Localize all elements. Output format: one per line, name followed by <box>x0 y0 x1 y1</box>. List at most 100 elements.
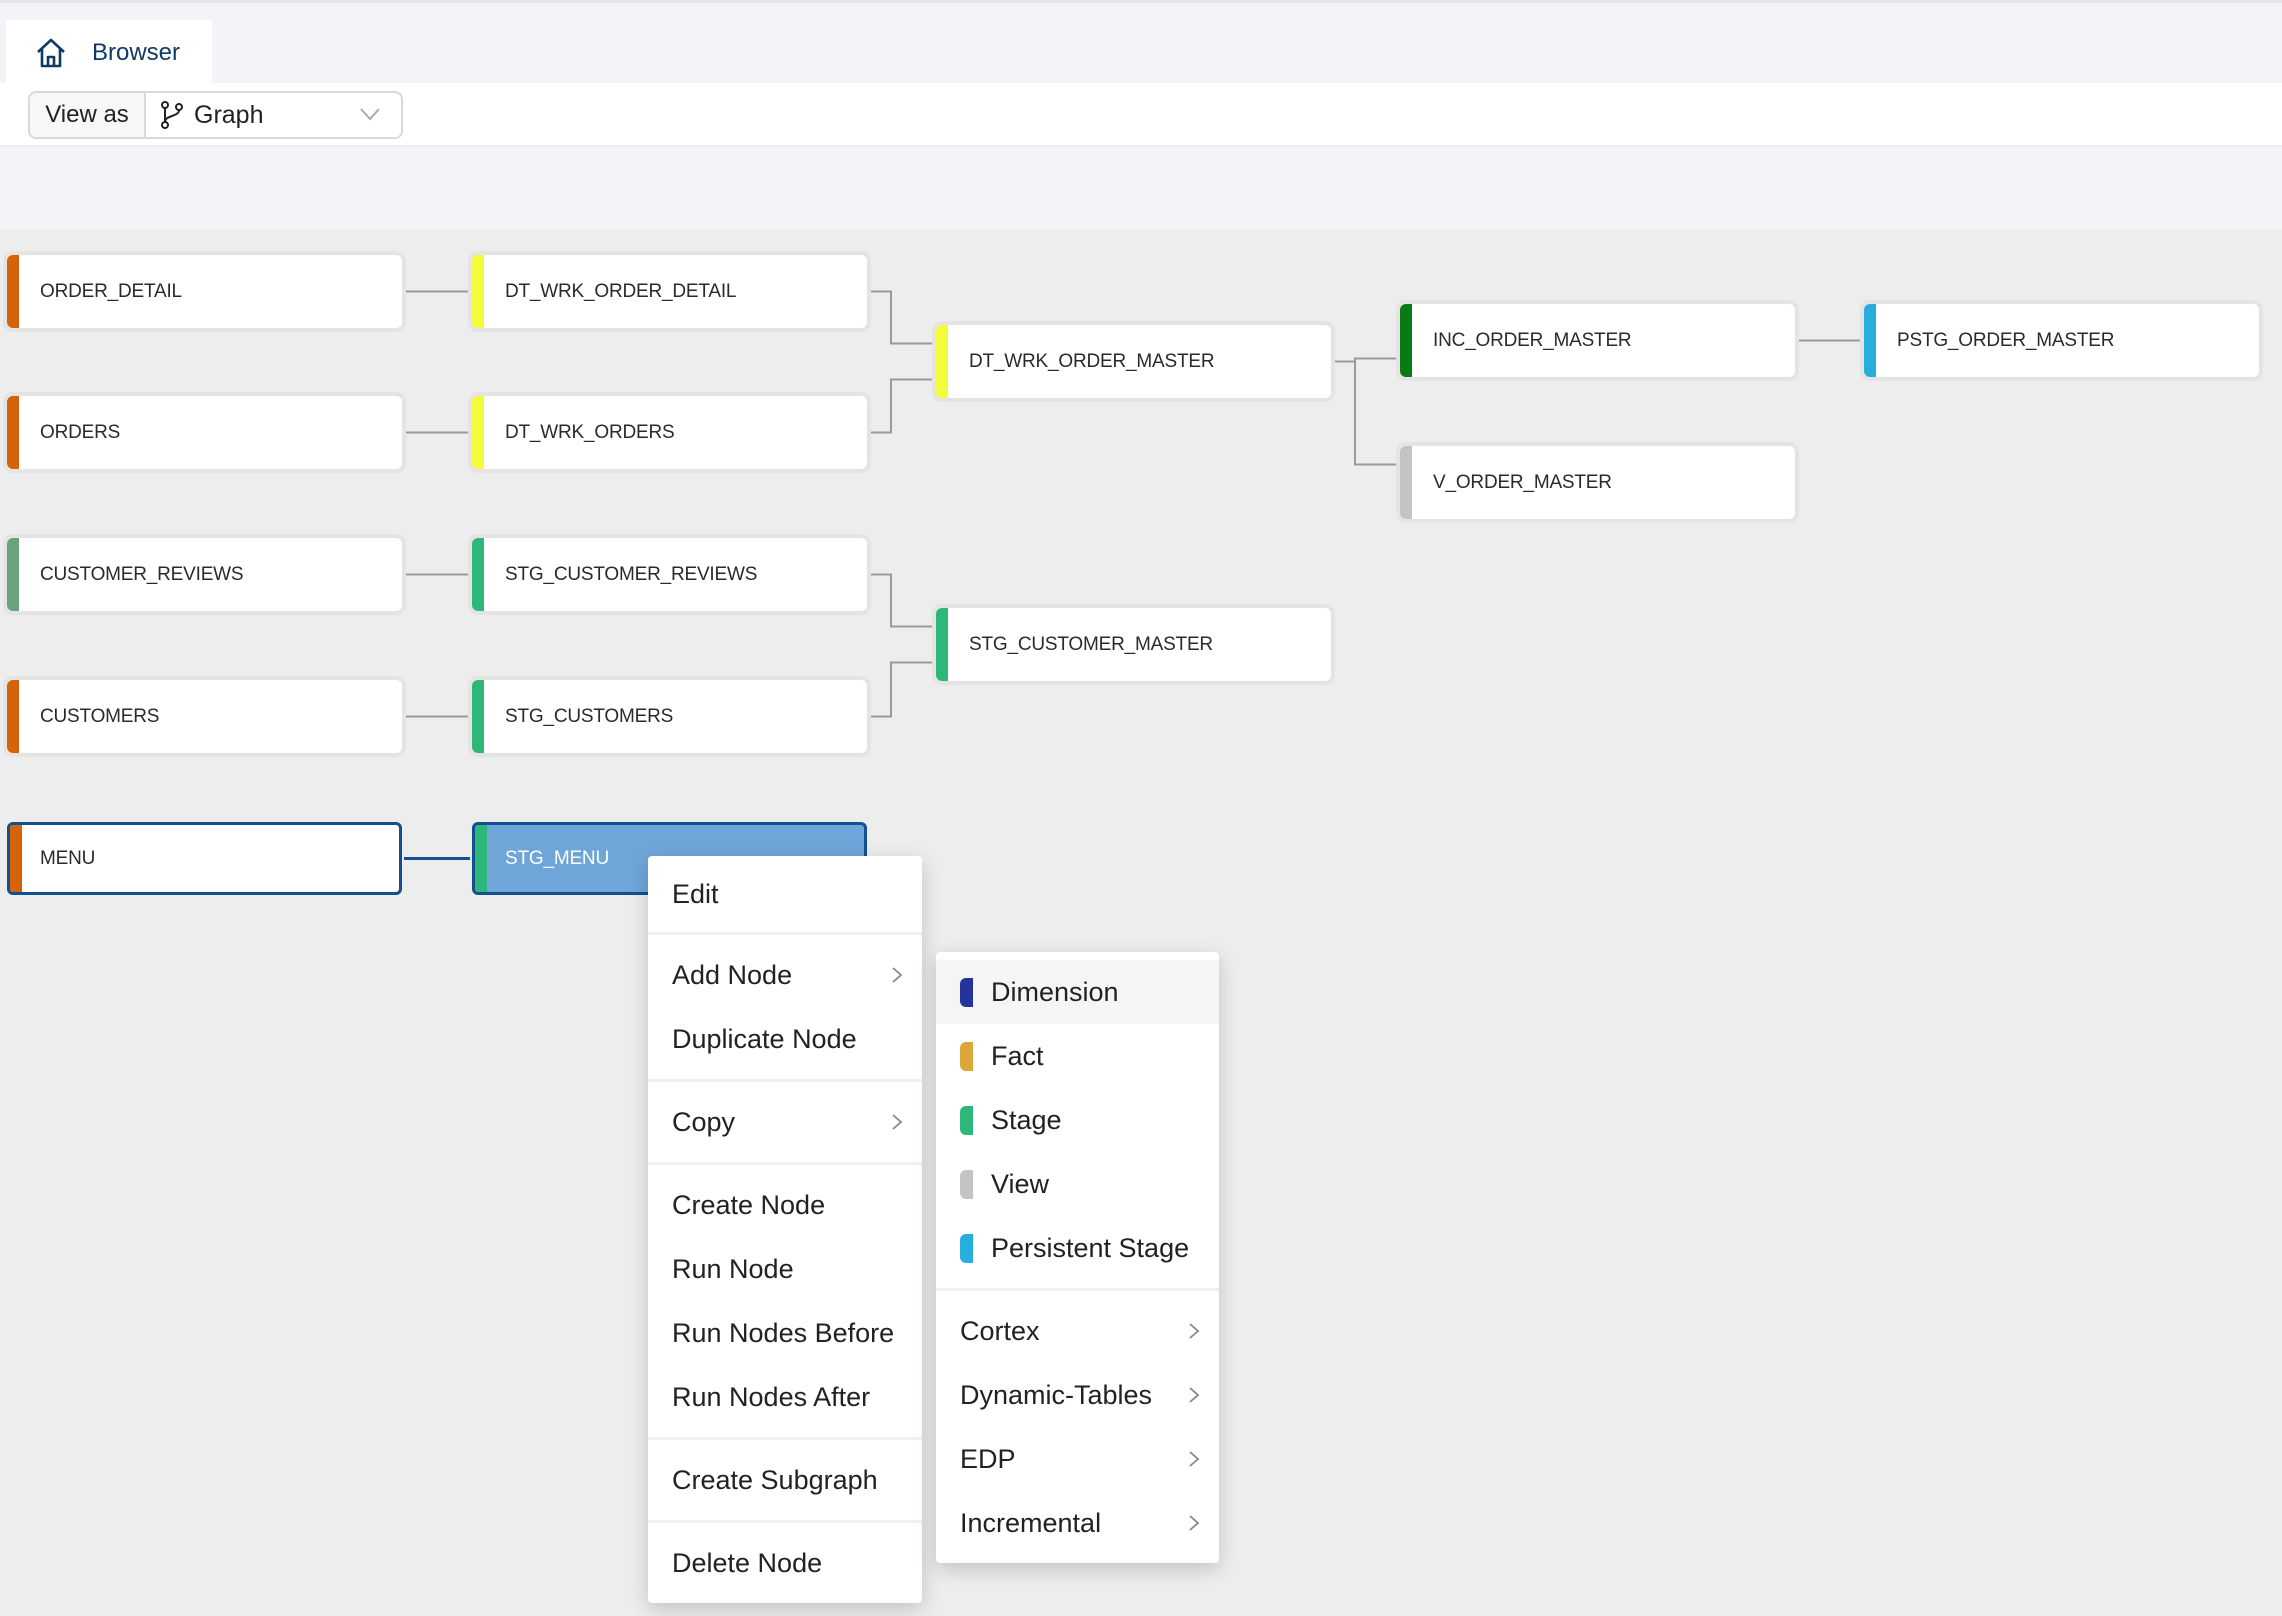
submenu-item-view[interactable]: View <box>936 1152 1219 1216</box>
node-type-indicator <box>7 538 19 611</box>
submenu-package-edp[interactable]: EDP <box>936 1427 1219 1491</box>
chevron-right-icon <box>892 967 903 983</box>
node-type-indicator <box>472 538 484 611</box>
menu-item-create-node[interactable]: Create Node <box>648 1173 922 1237</box>
graph-node-v-order-master[interactable]: V_ORDER_MASTER <box>1400 446 1795 519</box>
menu-group: Create Subgraph <box>648 1440 922 1520</box>
node-label: STG_CUSTOMER_MASTER <box>969 633 1213 655</box>
menu-item-run-nodes-after[interactable]: Run Nodes After <box>648 1365 922 1429</box>
node-type-indicator <box>7 255 19 328</box>
node-label: STG_CUSTOMER_REVIEWS <box>505 563 758 585</box>
menu-item-edit[interactable]: Edit <box>648 856 922 932</box>
menu-group: Delete Node <box>648 1523 922 1603</box>
graph-node-stg-customer-master[interactable]: STG_CUSTOMER_MASTER <box>936 608 1331 681</box>
view-mode-select[interactable]: Graph <box>146 93 401 137</box>
graph-node-dt-wrk-orders[interactable]: DT_WRK_ORDERS <box>472 396 867 469</box>
chevron-right-icon <box>1189 1451 1200 1467</box>
node-type-color-swatch <box>960 1169 973 1199</box>
graph-node-stg-customers[interactable]: STG_CUSTOMERS <box>472 680 867 753</box>
chevron-right-icon <box>1189 1387 1200 1403</box>
menu-item-label: Run Node <box>672 1253 794 1284</box>
submenu-item-label: View <box>991 1168 1050 1199</box>
menu-group: Create Node Run Node Run Nodes Before Run N… <box>648 1165 922 1437</box>
graph-node-customer-reviews[interactable]: CUSTOMER_REVIEWS <box>7 538 402 611</box>
node-label: PSTG_ORDER_MASTER <box>1897 329 2115 351</box>
graph-node-order-detail[interactable]: ORDER_DETAIL <box>7 255 402 328</box>
node-label: CUSTOMERS <box>40 705 160 727</box>
menu-group: Copy <box>648 1082 922 1162</box>
menu-item-duplicate-node[interactable]: Duplicate Node <box>648 1007 922 1071</box>
submenu-item-dimension[interactable]: Dimension <box>936 960 1219 1024</box>
menu-item-create-subgraph[interactable]: Create Subgraph <box>648 1448 922 1512</box>
node-label: INC_ORDER_MASTER <box>1433 329 1632 351</box>
submenu-item-label: Cortex <box>960 1315 1040 1346</box>
node-type-color-swatch <box>960 1233 973 1263</box>
node-type-indicator <box>7 680 19 753</box>
home-icon <box>37 38 65 68</box>
graph-node-dt-wrk-order-master[interactable]: DT_WRK_ORDER_MASTER <box>936 325 1331 398</box>
node-type-indicator <box>1400 304 1412 377</box>
menu-item-label: Edit <box>672 878 719 909</box>
graph-node-pstg-order-master[interactable]: PSTG_ORDER_MASTER <box>1864 304 2259 377</box>
toolbar: View as Graph <box>0 83 2282 147</box>
tab-browser[interactable]: Browser <box>6 20 212 86</box>
submenu-package-cortex[interactable]: Cortex <box>936 1299 1219 1363</box>
node-type-indicator <box>10 825 22 892</box>
add-node-submenu: Dimension Fact Stage View Persistent Stage Co… <box>936 952 1219 1563</box>
node-type-indicator <box>475 825 487 892</box>
node-label: ORDER_DETAIL <box>40 280 182 302</box>
menu-item-run-nodes-before[interactable]: Run Nodes Before <box>648 1301 922 1365</box>
node-label: ORDERS <box>40 421 121 443</box>
submenu-item-fact[interactable]: Fact <box>936 1024 1219 1088</box>
graph-node-customers[interactable]: CUSTOMERS <box>7 680 402 753</box>
graph-node-orders[interactable]: ORDERS <box>7 396 402 469</box>
node-label: DT_WRK_ORDER_MASTER <box>969 350 1215 372</box>
menu-item-delete-node[interactable]: Delete Node <box>648 1531 922 1595</box>
tab-bar: Browser <box>0 0 2282 86</box>
submenu-package-incremental[interactable]: Incremental <box>936 1491 1219 1555</box>
menu-group: Edit <box>648 856 922 932</box>
node-type-indicator <box>936 325 948 398</box>
menu-item-label: Create Node <box>672 1189 826 1220</box>
menu-item-label: Run Nodes After <box>672 1381 871 1412</box>
filter-band <box>0 147 2282 230</box>
node-type-color-swatch <box>960 1041 973 1071</box>
submenu-item-stage[interactable]: Stage <box>936 1088 1219 1152</box>
graph-node-stg-customer-reviews[interactable]: STG_CUSTOMER_REVIEWS <box>472 538 867 611</box>
view-as-label: View as <box>30 93 146 137</box>
node-label: V_ORDER_MASTER <box>1433 471 1612 493</box>
submenu-item-label: Persistent Stage <box>991 1232 1190 1263</box>
node-label: STG_MENU <box>505 847 609 869</box>
node-type-indicator <box>1400 446 1412 519</box>
menu-item-copy[interactable]: Copy <box>648 1090 922 1154</box>
submenu-item-label: Dimension <box>991 976 1119 1007</box>
chevron-right-icon <box>892 1114 903 1130</box>
node-label: DT_WRK_ORDERS <box>505 421 675 443</box>
package-group: Cortex Dynamic-Tables EDP Incremental <box>936 1291 1219 1563</box>
menu-item-add-node[interactable]: Add Node <box>648 943 922 1007</box>
submenu-item-label: Stage <box>991 1104 1062 1135</box>
menu-item-label: Copy <box>672 1106 736 1137</box>
node-type-indicator <box>936 608 948 681</box>
submenu-item-label: Incremental <box>960 1507 1102 1538</box>
node-label: STG_CUSTOMERS <box>505 705 674 727</box>
menu-item-label: Duplicate Node <box>672 1023 857 1054</box>
menu-item-run-node[interactable]: Run Node <box>648 1237 922 1301</box>
graph-node-menu[interactable]: MENU <box>7 822 402 895</box>
node-label: MENU <box>40 847 96 869</box>
context-menu: Edit Add Node Duplicate Node Copy Create Nod… <box>648 856 922 1603</box>
menu-item-label: Run Nodes Before <box>672 1317 895 1348</box>
view-as-control: View as Graph <box>28 91 403 139</box>
submenu-item-persistent-stage[interactable]: Persistent Stage <box>936 1216 1219 1280</box>
node-type-indicator <box>7 396 19 469</box>
view-mode-value: Graph <box>194 100 264 129</box>
node-label: CUSTOMER_REVIEWS <box>40 563 244 585</box>
menu-item-label: Delete Node <box>672 1547 823 1578</box>
graph-node-inc-order-master[interactable]: INC_ORDER_MASTER <box>1400 304 1795 377</box>
submenu-item-label: Dynamic-Tables <box>960 1379 1153 1410</box>
menu-group: Add Node Duplicate Node <box>648 935 922 1079</box>
node-type-color-swatch <box>960 1105 973 1135</box>
submenu-item-label: Fact <box>991 1040 1044 1071</box>
submenu-package-dynamic-tables[interactable]: Dynamic-Tables <box>936 1363 1219 1427</box>
graph-node-dt-wrk-order-detail[interactable]: DT_WRK_ORDER_DETAIL <box>472 255 867 328</box>
